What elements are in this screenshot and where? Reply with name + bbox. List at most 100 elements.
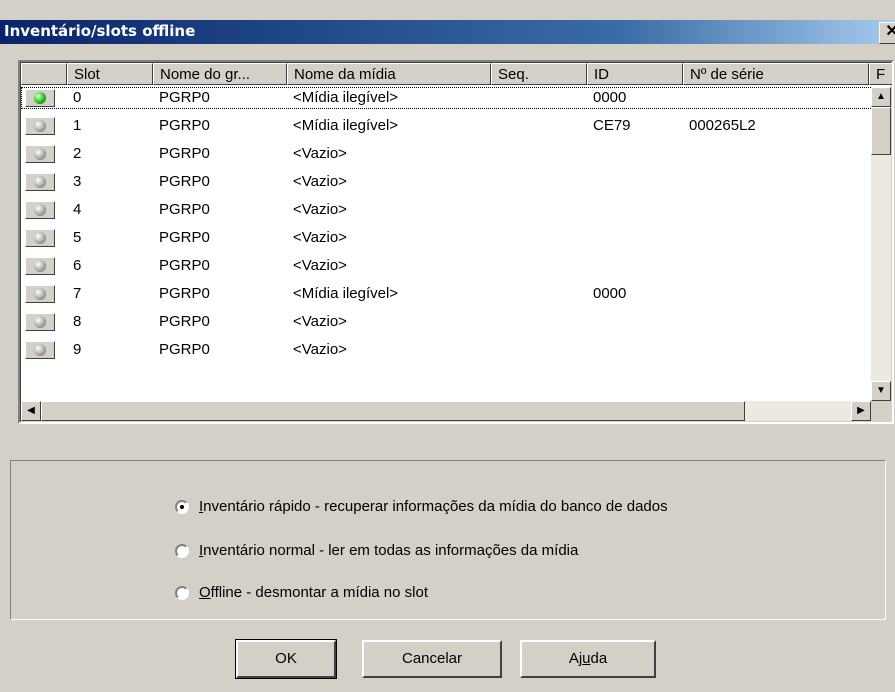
cell-id xyxy=(587,143,689,165)
cell-slot: 8 xyxy=(73,313,82,330)
cell-slot: 9 xyxy=(73,341,82,358)
cell-slot: 7 xyxy=(73,285,82,302)
cell-id: 0000 xyxy=(593,89,627,106)
cell-seq xyxy=(491,255,593,277)
cell-seq xyxy=(491,115,593,137)
table-row[interactable]: 4 PGRP0 <Vazio> xyxy=(21,199,891,221)
option-normal-inventory-label: Inventário normal - ler em todas as info… xyxy=(199,541,578,561)
option-text: ffline - desmontar a mídia no slot xyxy=(210,584,429,601)
cell-group: PGRP0 xyxy=(159,285,210,302)
cell-media: <Vazio> xyxy=(293,257,347,274)
table-row[interactable]: 3 PGRP0 <Vazio> xyxy=(21,171,891,193)
cell-seq xyxy=(491,143,593,165)
scroll-left-button[interactable]: ◀ xyxy=(21,401,41,421)
vertical-scroll-thumb[interactable] xyxy=(871,107,891,155)
cell-seq xyxy=(491,87,593,109)
table-row[interactable]: 5 PGRP0 <Vazio> xyxy=(21,227,891,249)
column-header[interactable]: Nº de série xyxy=(683,63,869,85)
cell-seq xyxy=(491,339,593,361)
cell-id xyxy=(587,339,689,361)
table-row[interactable]: 6 PGRP0 <Vazio> xyxy=(21,255,891,277)
gray-led-icon xyxy=(25,341,55,359)
scrollbar-corner xyxy=(871,401,891,421)
cell-serial xyxy=(683,255,875,277)
ok-button[interactable]: OK xyxy=(235,639,337,679)
help-button[interactable]: Ajuda xyxy=(520,640,656,678)
cell-serial xyxy=(683,311,875,333)
option-offline-label: Offline - desmontar a mídia no slot xyxy=(199,583,428,603)
column-header[interactable]: Seq. xyxy=(491,63,587,85)
mnemonic-letter: O xyxy=(199,584,211,601)
close-icon: ✕ xyxy=(885,23,895,40)
cell-group: PGRP0 xyxy=(159,313,210,330)
gray-led-icon xyxy=(25,285,55,303)
cell-serial xyxy=(683,171,875,193)
cell-id: CE79 xyxy=(593,117,631,134)
radio-offline[interactable] xyxy=(175,586,189,600)
column-header-status[interactable] xyxy=(21,63,67,85)
table-row[interactable]: 7 PGRP0 <Mídia ilegível> 0000 xyxy=(21,283,891,305)
option-text: nventário rápido - recuperar informações… xyxy=(203,498,668,515)
inventory-options-group: Inventário rápido - recuperar informaçõe… xyxy=(10,460,886,620)
cancel-button[interactable]: Cancelar xyxy=(362,640,502,678)
list-header: Slot Nome do gr... Nome da mídia Seq. ID Nº d… xyxy=(21,63,892,87)
cell-media: <Mídia ilegível> xyxy=(293,117,399,134)
cell-group: PGRP0 xyxy=(159,117,210,134)
cell-seq xyxy=(491,171,593,193)
column-header[interactable]: Nome do gr... xyxy=(153,63,287,85)
table-row[interactable]: 0 PGRP0 <Mídia ilegível> 0000 xyxy=(21,87,891,109)
column-header[interactable]: Nome da mídia xyxy=(287,63,491,85)
cell-serial xyxy=(683,87,875,109)
cell-media: <Vazio> xyxy=(293,173,347,190)
scroll-down-button[interactable]: ▼ xyxy=(871,381,891,401)
table-row[interactable]: 2 PGRP0 <Vazio> xyxy=(21,143,891,165)
cell-media: <Vazio> xyxy=(293,145,347,162)
horizontal-scrollbar[interactable]: ◀ ▶ xyxy=(21,401,871,421)
scroll-right-icon: ▶ xyxy=(857,405,865,416)
cell-serial xyxy=(683,339,875,361)
help-mnemonic: u xyxy=(582,650,591,667)
slot-list[interactable]: Slot Nome do gr... Nome da mídia Seq. ID Nº d… xyxy=(18,60,894,424)
horizontal-scroll-thumb[interactable] xyxy=(41,401,745,421)
option-text: nventário normal - ler em todas as infor… xyxy=(203,542,579,559)
cell-media: <Vazio> xyxy=(293,341,347,358)
cell-media: <Vazio> xyxy=(293,229,347,246)
cell-id: 0000 xyxy=(593,285,627,302)
table-row[interactable]: 8 PGRP0 <Vazio> xyxy=(21,311,891,333)
title-bar: Inventário/slots offline ✕ xyxy=(0,20,895,44)
scroll-left-icon: ◀ xyxy=(27,405,35,416)
cell-slot: 0 xyxy=(73,89,82,106)
cell-seq xyxy=(491,227,593,249)
cell-media: <Mídia ilegível> xyxy=(293,285,399,302)
gray-led-icon xyxy=(25,173,55,191)
column-header[interactable]: ID xyxy=(587,63,683,85)
cell-serial xyxy=(683,283,875,305)
gray-led-icon xyxy=(25,117,55,135)
radio-quick-inventory[interactable] xyxy=(175,500,189,514)
cell-group: PGRP0 xyxy=(159,145,210,162)
cell-seq xyxy=(491,199,593,221)
cell-slot: 4 xyxy=(73,201,82,218)
gray-led-icon xyxy=(25,145,55,163)
close-button[interactable]: ✕ xyxy=(879,22,895,44)
help-label-end: da xyxy=(590,650,608,667)
radio-normal-inventory[interactable] xyxy=(175,544,189,558)
gray-led-icon xyxy=(25,201,55,219)
cell-group: PGRP0 xyxy=(159,257,210,274)
cell-slot: 3 xyxy=(73,173,82,190)
scroll-down-icon: ▼ xyxy=(876,385,886,396)
table-row[interactable]: 9 PGRP0 <Vazio> xyxy=(21,339,891,361)
column-header[interactable]: Slot xyxy=(67,63,153,85)
cell-slot: 2 xyxy=(73,145,82,162)
cell-group: PGRP0 xyxy=(159,89,210,106)
cell-id xyxy=(587,227,689,249)
cell-slot: 1 xyxy=(73,117,82,134)
cell-id xyxy=(587,255,689,277)
scroll-up-button[interactable]: ▲ xyxy=(871,87,891,107)
table-row[interactable]: 1 PGRP0 <Mídia ilegível> CE79 000265L2 xyxy=(21,115,891,137)
slot-list-frame: Slot Nome do gr... Nome da mídia Seq. ID Nº d… xyxy=(20,62,892,422)
column-header[interactable]: F xyxy=(869,63,892,85)
scroll-right-button[interactable]: ▶ xyxy=(851,401,871,421)
vertical-scrollbar[interactable]: ▲ ▼ xyxy=(871,87,891,401)
cell-media: <Vazio> xyxy=(293,313,347,330)
